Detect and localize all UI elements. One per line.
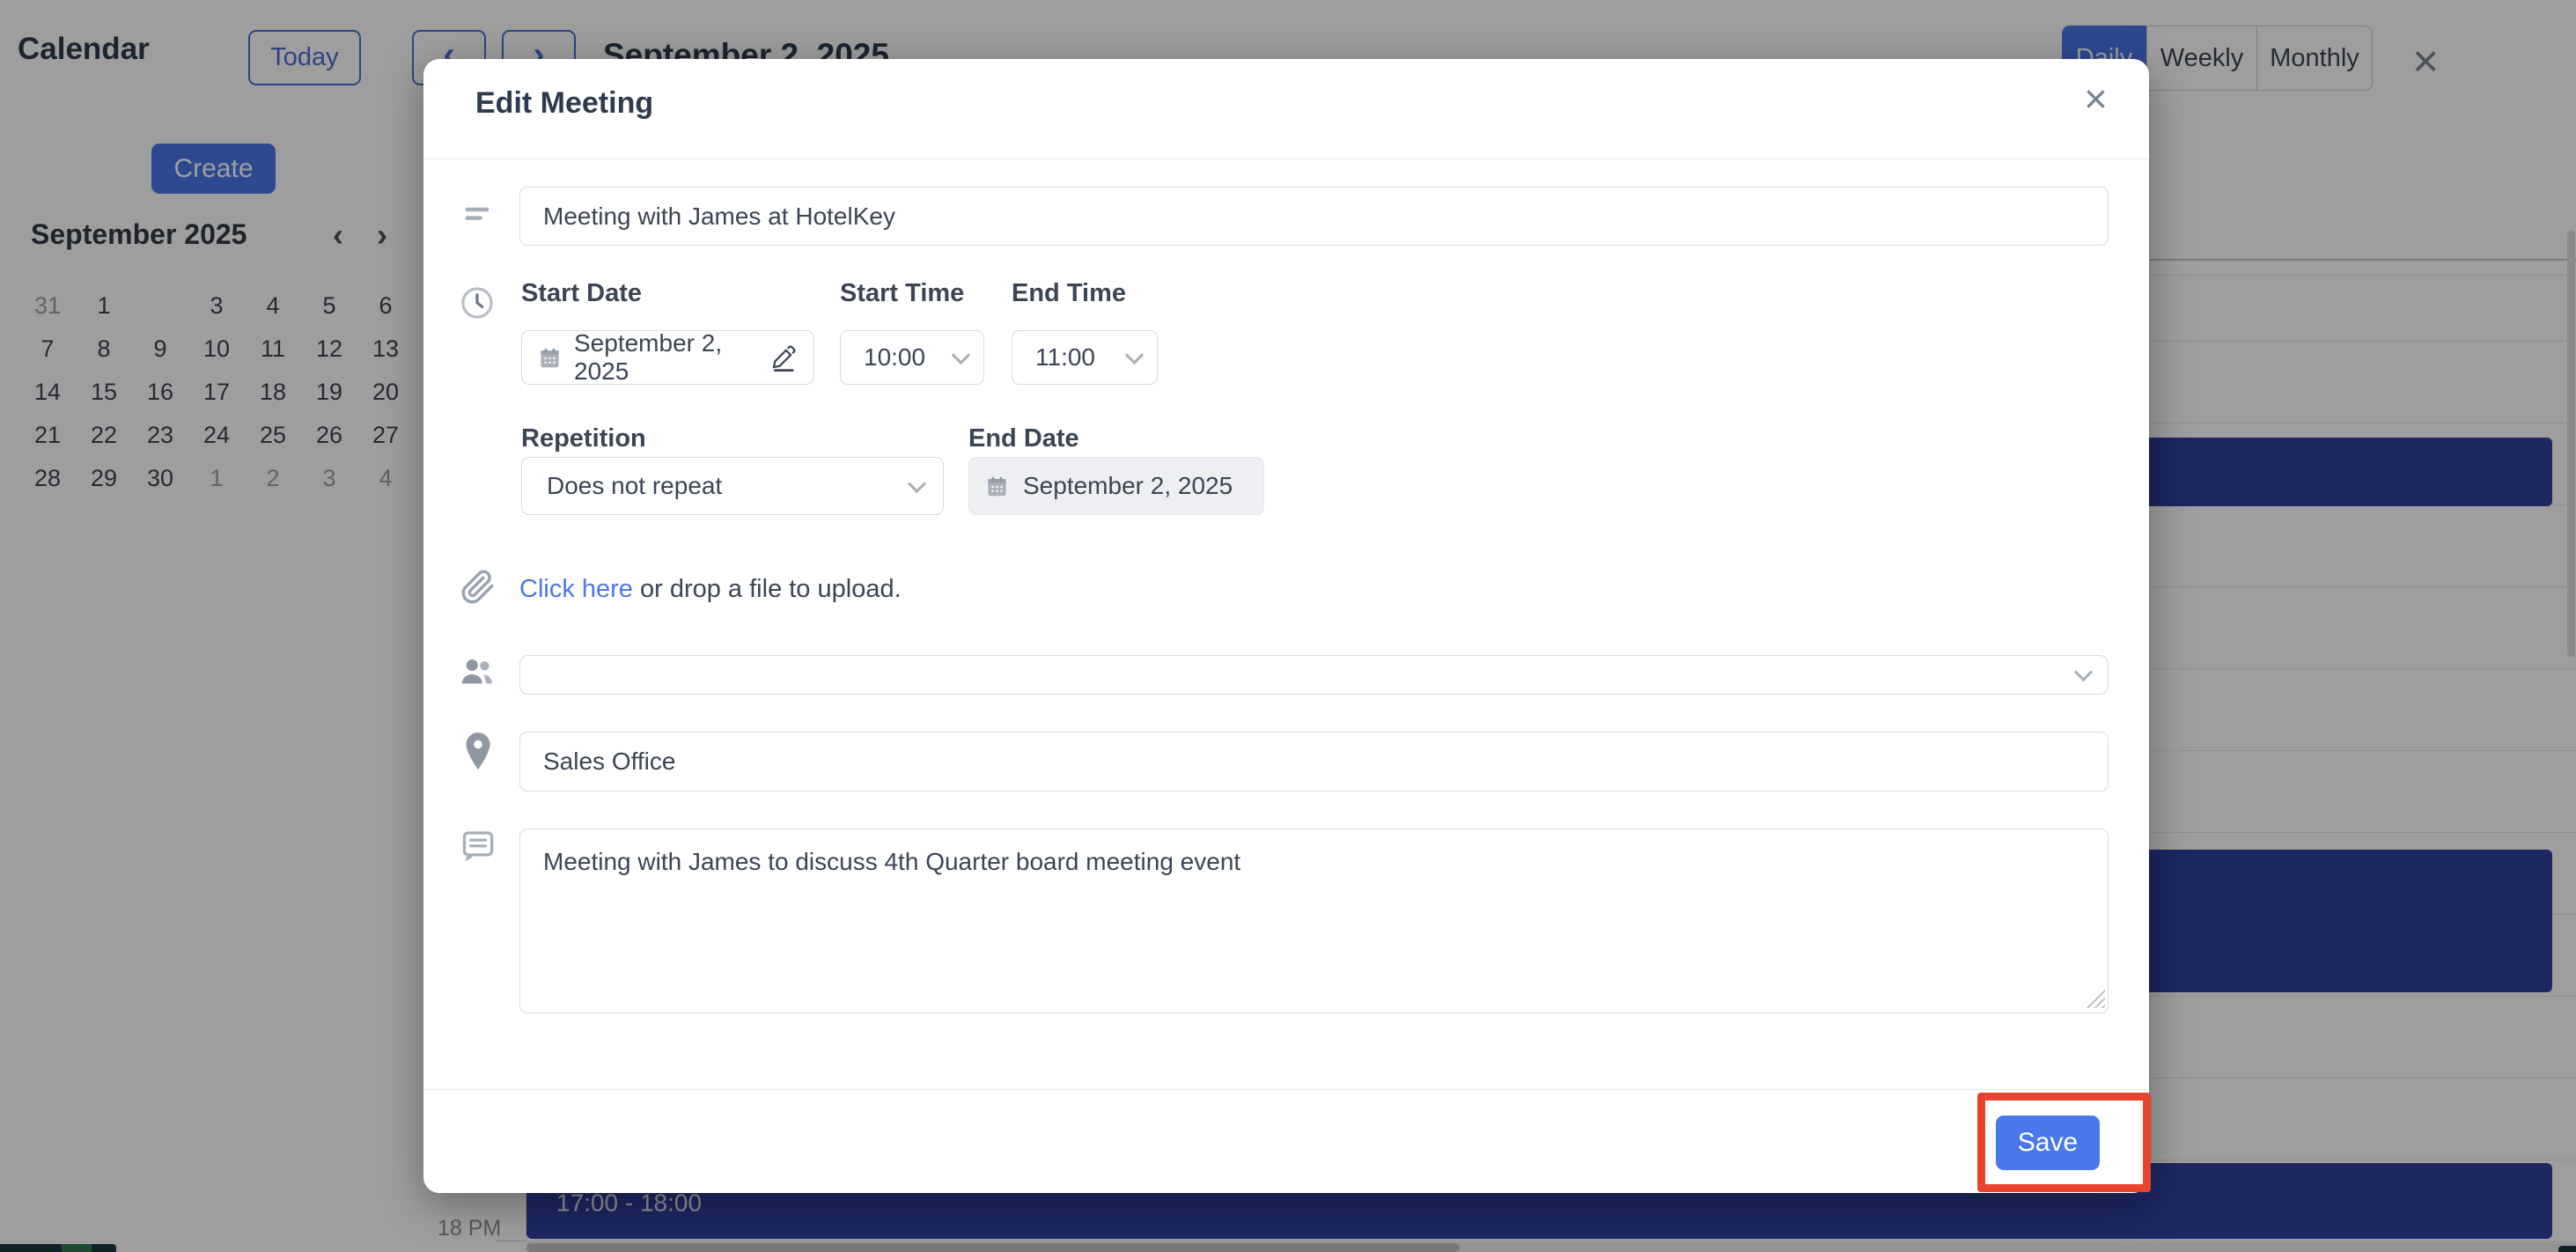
end-time-value: 11:00 [1035,343,1095,372]
location-pin-icon [462,730,494,772]
calendar-icon [985,475,1009,498]
notes-icon [459,827,497,865]
start-time-value: 10:00 [864,343,925,372]
start-date-value: September 2, 2025 [574,329,757,386]
description-textarea[interactable]: Meeting with James to discuss 4th Quarte… [519,829,2109,1013]
close-icon[interactable]: × [2084,78,2108,119]
clock-icon [459,284,496,321]
start-date-field[interactable]: September 2, 2025 [521,330,814,385]
calendar-icon [538,346,562,370]
paperclip-icon [459,568,497,607]
end-date-value: September 2, 2025 [1023,472,1233,500]
calendar-app: Calendar Today ‹ › September 2, 2025 Dai… [0,0,2576,1252]
end-time-label: End Time [1012,279,1126,308]
start-date-label: Start Date [521,279,642,308]
modal-title: Edit Meeting [475,86,653,121]
event-title-input[interactable] [519,187,2109,246]
end-date-label: End Date [968,424,1079,453]
modal-header-divider [423,158,2149,159]
upload-click-here-link[interactable]: Click here [519,575,633,603]
edit-meeting-modal: Edit Meeting × Start Date Start Time End… [423,59,2149,1193]
chevron-down-icon [908,474,926,492]
chevron-down-icon [2074,663,2093,681]
start-time-select[interactable]: 10:00 [840,330,984,385]
edit-date-icon[interactable] [769,343,798,372]
end-time-select[interactable]: 11:00 [1012,330,1158,385]
modal-footer-divider [423,1089,2149,1090]
chevron-down-icon [1125,345,1144,364]
chevron-down-icon [952,345,970,364]
location-input[interactable] [519,732,2109,792]
start-time-label: Start Time [840,279,964,308]
file-upload-text: Click here or drop a file to upload. [519,575,902,604]
title-lines-icon [461,196,497,232]
attendees-icon [457,651,497,691]
end-date-field: September 2, 2025 [968,457,1264,515]
attendees-select[interactable] [519,655,2109,695]
repetition-value: Does not repeat [547,472,722,500]
save-button[interactable]: Save [1996,1116,2100,1170]
upload-rest-text: or drop a file to upload. [633,575,902,603]
repetition-select[interactable]: Does not repeat [521,457,944,515]
repetition-label: Repetition [521,424,646,453]
